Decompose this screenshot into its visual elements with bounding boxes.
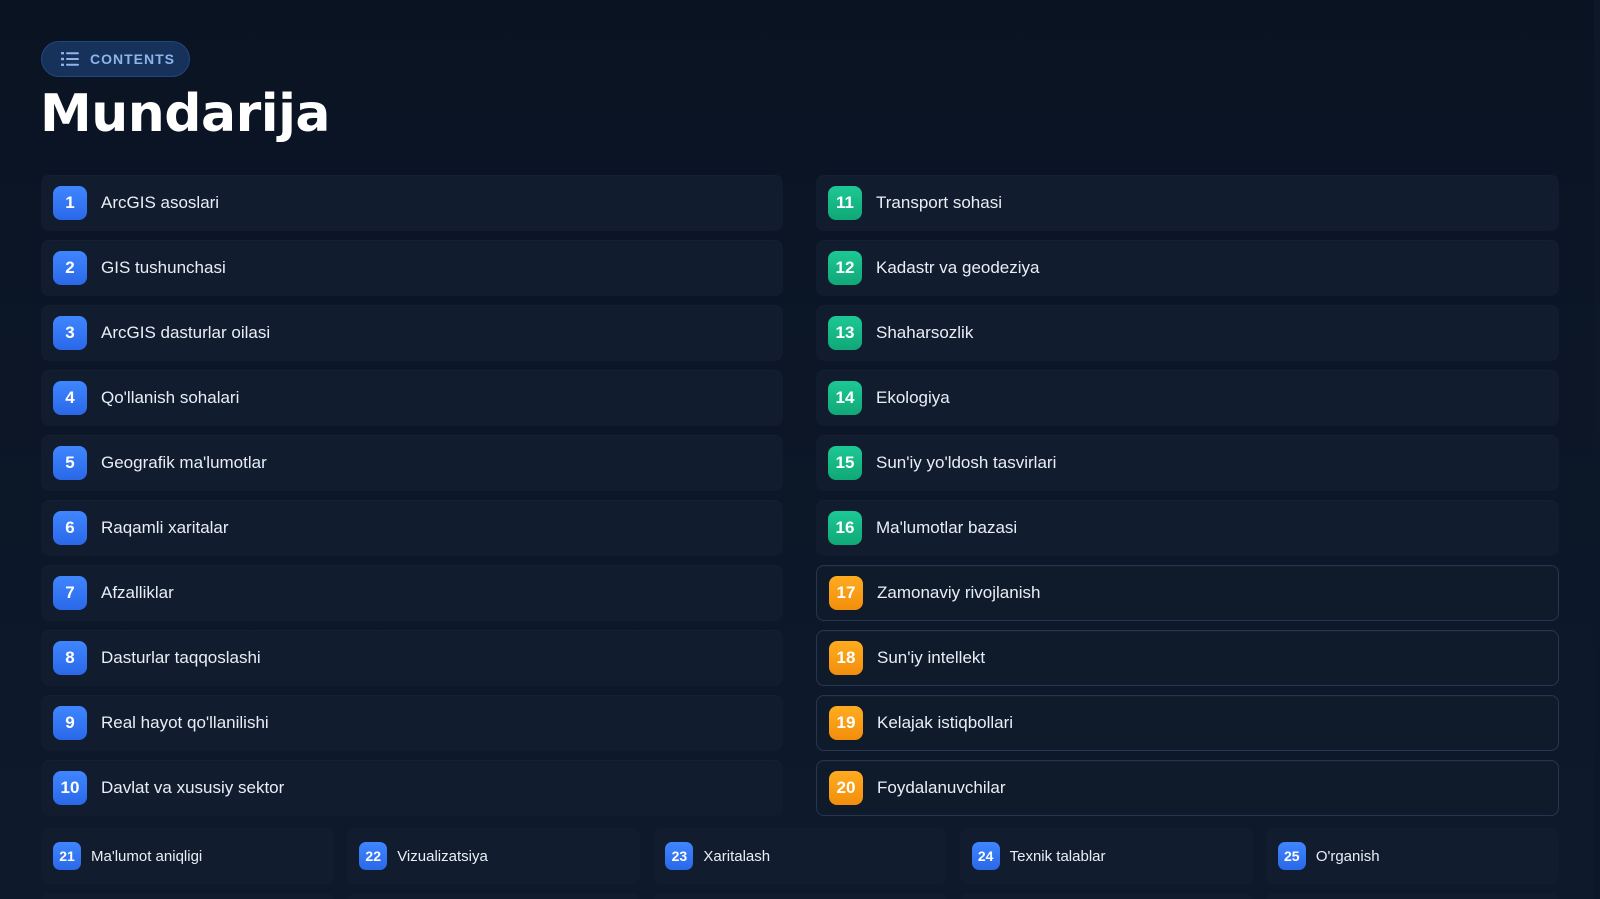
toc-item-label: Texnik talablar <box>1009 847 1106 865</box>
toc-item-11[interactable]: 11 Transport sohasi <box>816 175 1559 231</box>
toc-item-label: Geografik ma'lumotlar <box>101 453 267 472</box>
peek-cell <box>347 893 641 899</box>
peek-cell <box>653 893 947 899</box>
contents-badge-label: CONTENTS <box>90 51 175 67</box>
toc-item-label: Shaharsozlik <box>876 323 974 342</box>
toc-item-2[interactable]: 2 GIS tushunchasi <box>41 240 783 296</box>
toc-item-25[interactable]: 25 O'rganish <box>1265 828 1560 884</box>
item-number-badge: 18 <box>829 641 863 675</box>
toc-item-14[interactable]: 14 Ekologiya <box>816 370 1559 426</box>
toc-item-9[interactable]: 9 Real hayot qo'llanilishi <box>41 695 783 751</box>
toc-left-column: 1 ArcGIS asoslari 2 GIS tushunchasi 3 ArcGI… <box>41 175 783 816</box>
item-number-badge: 6 <box>53 511 87 545</box>
scrollbar-track[interactable] <box>1594 0 1600 899</box>
item-number-badge: 16 <box>828 511 862 545</box>
toc-item-label: Sun'iy intellekt <box>877 648 986 667</box>
toc-item-21[interactable]: 21 Ma'lumot aniqligi <box>41 828 335 884</box>
toc-item-19[interactable]: 19 Kelajak istiqbollari <box>816 695 1559 751</box>
toc-item-label: ArcGIS dasturlar oilasi <box>101 323 271 342</box>
item-number-badge: 13 <box>828 316 862 350</box>
toc-item-label: O'rganish <box>1315 847 1380 865</box>
toc-item-24[interactable]: 24 Texnik talablar <box>959 828 1253 884</box>
toc-item-label: Kadastr va geodeziya <box>876 258 1040 277</box>
toc-item-label: Davlat va xususiy sektor <box>101 778 285 797</box>
item-number-badge: 3 <box>53 316 87 350</box>
item-number-badge: 22 <box>359 842 388 870</box>
next-row-peek <box>41 893 1560 899</box>
toc-item-label: Ma'lumotlar bazasi <box>876 518 1018 537</box>
item-number-badge: 2 <box>53 251 87 285</box>
toc-item-label: Zamonaviy rivojlanish <box>877 583 1041 602</box>
toc-item-12[interactable]: 12 Kadastr va geodeziya <box>816 240 1559 296</box>
toc-item-6[interactable]: 6 Raqamli xaritalar <box>41 500 783 556</box>
toc-right-column: 11 Transport sohasi 12 Kadastr va geodeziy… <box>816 175 1559 816</box>
toc-item-4[interactable]: 4 Qo'llanish sohalari <box>41 370 783 426</box>
toc-item-label: Qo'llanish sohalari <box>101 388 240 407</box>
item-number-badge: 4 <box>53 381 87 415</box>
toc-item-label: ArcGIS asoslari <box>101 193 220 212</box>
toc-item-22[interactable]: 22 Vizualizatsiya <box>347 828 641 884</box>
item-number-badge: 17 <box>829 576 863 610</box>
toc-item-label: Ma'lumot aniqligi <box>91 847 203 865</box>
toc-item-5[interactable]: 5 Geografik ma'lumotlar <box>41 435 783 491</box>
item-number-badge: 8 <box>53 641 87 675</box>
toc-item-17[interactable]: 17 Zamonaviy rivojlanish <box>816 565 1559 621</box>
toc-item-label: Kelajak istiqbollari <box>877 713 1014 732</box>
list-icon <box>61 52 79 66</box>
toc-item-label: Sun'iy yo'ldosh tasvirlari <box>876 453 1057 472</box>
item-number-badge: 5 <box>53 446 87 480</box>
item-number-badge: 23 <box>665 842 694 870</box>
item-number-badge: 11 <box>828 186 862 220</box>
toc-item-18[interactable]: 18 Sun'iy intellekt <box>816 630 1559 686</box>
toc-item-label: Xaritalash <box>703 847 771 865</box>
toc-item-label: GIS tushunchasi <box>101 258 226 277</box>
peek-cell <box>41 893 335 899</box>
item-number-badge: 21 <box>53 842 81 870</box>
toc-item-label: Vizualizatsiya <box>397 847 488 865</box>
item-number-badge: 14 <box>828 381 862 415</box>
item-number-badge: 20 <box>829 771 863 805</box>
toc-item-1[interactable]: 1 ArcGIS asoslari <box>41 175 783 231</box>
peek-cell <box>1265 893 1560 899</box>
toc-bottom-row: 21 Ma'lumot aniqligi 22 Vizualizatsiya 23 X… <box>41 828 1560 884</box>
toc-item-label: Transport sohasi <box>876 193 1002 212</box>
toc-item-7[interactable]: 7 Afzalliklar <box>41 565 783 621</box>
item-number-badge: 24 <box>971 842 1000 870</box>
toc-item-label: Foydalanuvchilar <box>877 778 1006 797</box>
toc-item-label: Afzalliklar <box>101 583 174 602</box>
item-number-badge: 12 <box>828 251 862 285</box>
toc-item-10[interactable]: 10 Davlat va xususiy sektor <box>41 760 783 816</box>
toc-item-20[interactable]: 20 Foydalanuvchilar <box>816 760 1559 816</box>
toc-item-13[interactable]: 13 Shaharsozlik <box>816 305 1559 361</box>
toc-item-15[interactable]: 15 Sun'iy yo'ldosh tasvirlari <box>816 435 1559 491</box>
toc-item-3[interactable]: 3 ArcGIS dasturlar oilasi <box>41 305 783 361</box>
item-number-badge: 15 <box>828 446 862 480</box>
item-number-badge: 9 <box>53 706 87 740</box>
toc-item-23[interactable]: 23 Xaritalash <box>653 828 947 884</box>
toc-item-label: Dasturlar taqqoslashi <box>101 648 261 667</box>
contents-badge: CONTENTS <box>41 41 190 77</box>
toc-item-16[interactable]: 16 Ma'lumotlar bazasi <box>816 500 1559 556</box>
item-number-badge: 7 <box>53 576 87 610</box>
peek-cell <box>959 893 1253 899</box>
item-number-badge: 10 <box>53 771 87 805</box>
item-number-badge: 25 <box>1277 842 1306 870</box>
toc-item-8[interactable]: 8 Dasturlar taqqoslashi <box>41 630 783 686</box>
page-title: Mundarija <box>40 84 330 144</box>
toc-item-label: Raqamli xaritalar <box>101 518 229 537</box>
toc-item-label: Ekologiya <box>876 388 950 407</box>
toc-item-label: Real hayot qo'llanilishi <box>101 713 269 732</box>
item-number-badge: 1 <box>53 186 87 220</box>
item-number-badge: 19 <box>829 706 863 740</box>
